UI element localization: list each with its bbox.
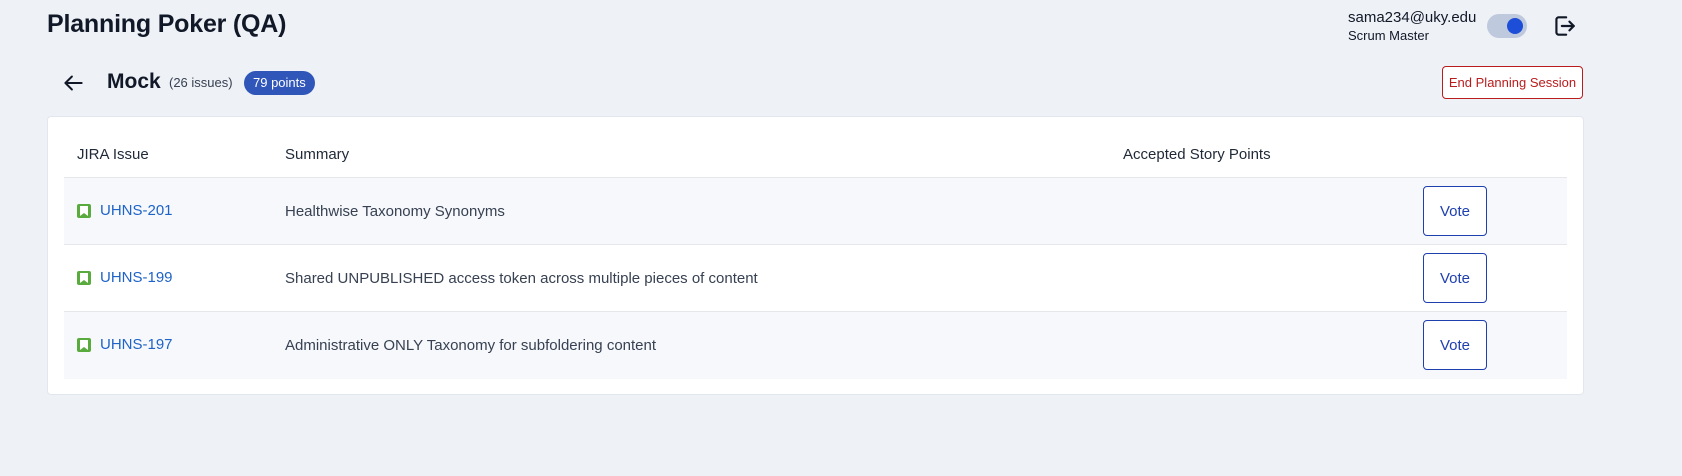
- vote-button[interactable]: Vote: [1423, 253, 1487, 303]
- logout-icon[interactable]: [1551, 13, 1577, 39]
- table-row: UHNS-199 Shared UNPUBLISHED access token…: [64, 245, 1567, 312]
- table-row: UHNS-197 Administrative ONLY Taxonomy fo…: [64, 312, 1567, 379]
- table-header: JIRA Issue Summary Accepted Story Points: [64, 133, 1567, 178]
- issue-key-link[interactable]: UHNS-197: [100, 336, 173, 353]
- user-role: Scrum Master: [1348, 28, 1429, 43]
- issue-count: (26 issues): [169, 75, 233, 90]
- story-icon: [77, 271, 91, 285]
- vote-button[interactable]: Vote: [1423, 320, 1487, 370]
- column-header-jira-issue: JIRA Issue: [77, 146, 149, 163]
- issue-summary: Healthwise Taxonomy Synonyms: [285, 203, 505, 220]
- story-icon: [77, 204, 91, 218]
- issues-table: JIRA Issue Summary Accepted Story Points…: [64, 133, 1567, 379]
- issue-summary: Shared UNPUBLISHED access token across m…: [285, 270, 758, 287]
- issue-key-link[interactable]: UHNS-201: [100, 202, 173, 219]
- issues-card: JIRA Issue Summary Accepted Story Points…: [47, 116, 1584, 395]
- toggle-knob: [1507, 18, 1523, 34]
- back-arrow-icon[interactable]: [60, 70, 86, 96]
- app-title: Planning Poker (QA): [47, 10, 287, 38]
- story-icon: [77, 338, 91, 352]
- issue-summary: Administrative ONLY Taxonomy for subfold…: [285, 337, 657, 354]
- user-info: sama234@uky.edu Scrum Master: [1348, 10, 1476, 42]
- session-name: Mock: [107, 70, 161, 93]
- points-badge: 79 points: [244, 71, 315, 95]
- user-email: sama234@uky.edu: [1348, 9, 1477, 26]
- column-header-story-points: Accepted Story Points: [1123, 146, 1271, 163]
- column-header-summary: Summary: [285, 146, 350, 163]
- theme-toggle[interactable]: [1487, 14, 1527, 38]
- table-row: UHNS-201 Healthwise Taxonomy Synonyms Vo…: [64, 178, 1567, 245]
- issue-key-link[interactable]: UHNS-199: [100, 269, 173, 286]
- vote-button[interactable]: Vote: [1423, 186, 1487, 236]
- end-planning-session-button[interactable]: End Planning Session: [1442, 66, 1583, 99]
